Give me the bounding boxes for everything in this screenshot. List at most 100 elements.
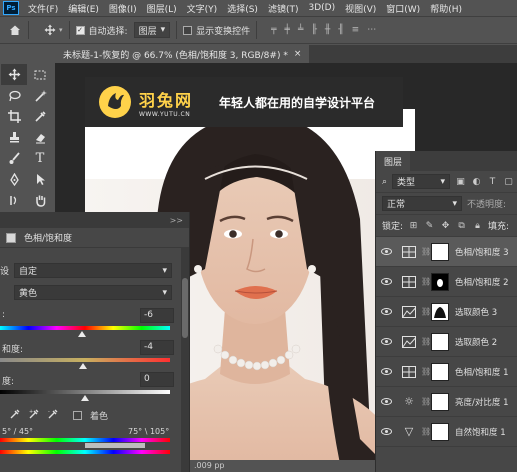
saturation-input[interactable]: -4 <box>140 340 174 355</box>
adjustment-filter-icon[interactable]: ◐ <box>471 176 482 187</box>
lock-all-icon[interactable]: 🔒︎ <box>472 220 483 231</box>
lock-position-icon[interactable]: ✥ <box>440 220 451 231</box>
layer-mask-thumbnail[interactable] <box>431 302 449 321</box>
saturation-slider-thumb[interactable] <box>79 363 88 369</box>
visibility-eye-icon[interactable] <box>376 338 396 345</box>
tab-layers[interactable]: 图层 <box>376 151 411 171</box>
collapse-panel-icon[interactable]: >> <box>170 216 183 225</box>
chevron-down-icon[interactable]: ▾ <box>59 26 63 34</box>
hand-tool-icon[interactable] <box>27 190 53 211</box>
menu-3d[interactable]: 3D(D) <box>303 3 340 13</box>
crop-tool-icon[interactable] <box>1 106 27 127</box>
align-top-icon[interactable]: ╤ <box>271 25 276 35</box>
menu-layer[interactable]: 图层(L) <box>142 2 182 15</box>
shape-tool-icon[interactable] <box>1 190 27 211</box>
lightness-slider-thumb[interactable] <box>81 395 89 401</box>
layer-mask-thumbnail[interactable] <box>431 422 449 441</box>
align-right-icon[interactable]: ╢ <box>338 25 343 35</box>
layer-mask-thumbnail[interactable] <box>431 242 449 261</box>
pixel-filter-icon[interactable]: ▣ <box>455 176 466 187</box>
layer-row[interactable]: ▽ ⛓︎ 自然饱和度 1 <box>376 417 517 447</box>
brush-tool-icon[interactable] <box>1 148 27 169</box>
home-icon[interactable] <box>8 23 22 37</box>
layer-mask-thumbnail[interactable] <box>431 362 449 381</box>
menu-help[interactable]: 帮助(H) <box>425 2 467 15</box>
visibility-eye-icon[interactable] <box>376 248 396 255</box>
menu-type[interactable]: 文字(Y) <box>182 2 223 15</box>
lightness-input[interactable]: 0 <box>140 372 174 387</box>
properties-scrollbar[interactable] <box>181 248 189 472</box>
layer-mask-thumbnail[interactable] <box>431 392 449 411</box>
distribute-icon[interactable]: ≡ <box>352 25 360 35</box>
menu-view[interactable]: 视图(V) <box>340 2 381 15</box>
lock-paint-icon[interactable]: ✎ <box>424 220 435 231</box>
align-bottom-icon[interactable]: ╧ <box>298 25 303 35</box>
menu-window[interactable]: 窗口(W) <box>381 2 425 15</box>
hue-input[interactable]: -6 <box>140 308 174 323</box>
link-icon[interactable]: ⛓︎ <box>421 277 431 286</box>
menu-select[interactable]: 选择(S) <box>222 2 263 15</box>
colorize-checkbox[interactable] <box>73 410 82 420</box>
saturation-slider-track[interactable] <box>0 358 170 362</box>
range-selector[interactable] <box>85 443 145 448</box>
blend-mode-dropdown[interactable]: 正常 ▾ <box>382 196 462 211</box>
stamp-tool-icon[interactable] <box>1 127 27 148</box>
pen-tool-icon[interactable] <box>1 169 27 190</box>
hue-slider-thumb[interactable] <box>77 331 86 337</box>
layer-mask-thumbnail[interactable] <box>431 272 449 291</box>
filter-kind-dropdown[interactable]: 类型 ▾ <box>392 174 451 189</box>
layer-row[interactable]: ⛓︎ 色相/饱和度 2 <box>376 267 517 297</box>
visibility-eye-icon[interactable] <box>376 428 396 435</box>
eyedropper-add-icon[interactable]: + <box>29 408 40 422</box>
auto-select-target-dropdown[interactable]: 图层 ▾ <box>133 22 171 38</box>
eyedropper-subtract-icon[interactable]: - <box>48 408 59 422</box>
lightness-slider-track[interactable] <box>0 390 170 394</box>
properties-scrollbar-thumb[interactable] <box>182 278 188 338</box>
visibility-eye-icon[interactable] <box>376 398 396 405</box>
menu-file[interactable]: 文件(F) <box>23 2 63 15</box>
lasso-tool-icon[interactable] <box>1 85 27 106</box>
move-tool-icon[interactable] <box>1 64 27 85</box>
type-filter-icon[interactable]: T <box>487 176 498 187</box>
visibility-eye-icon[interactable] <box>376 308 396 315</box>
align-vcenter-icon[interactable]: ╪ <box>285 25 290 35</box>
distribute-more-icon[interactable]: ⋯ <box>367 25 376 35</box>
layer-row[interactable]: ⛓︎ 选取颜色 3 <box>376 297 517 327</box>
preset-dropdown[interactable]: 自定 ▾ <box>14 263 172 278</box>
link-icon[interactable]: ⛓︎ <box>421 247 431 256</box>
close-tab-icon[interactable]: × <box>294 49 302 59</box>
lock-transparent-icon[interactable]: ⊞ <box>408 220 419 231</box>
magic-wand-tool-icon[interactable] <box>27 85 53 106</box>
layer-row[interactable]: ⛓︎ 色相/饱和度 1 <box>376 357 517 387</box>
link-icon[interactable]: ⛓︎ <box>421 397 431 406</box>
eraser-tool-icon[interactable] <box>27 127 53 148</box>
document-tab[interactable]: 未标题-1-恢复的 @ 66.7% (色相/饱和度 3, RGB/8#) * × <box>55 45 310 63</box>
layer-row[interactable]: ☼ ⛓︎ 亮度/对比度 1 <box>376 387 517 417</box>
align-hcenter-icon[interactable]: ╫ <box>325 25 330 35</box>
show-transform-checkbox[interactable] <box>183 25 193 35</box>
eyedropper-icon[interactable] <box>10 408 21 422</box>
eyedropper-tool-icon[interactable] <box>27 106 53 127</box>
visibility-eye-icon[interactable] <box>376 278 396 285</box>
menu-image[interactable]: 图像(I) <box>104 2 142 15</box>
layer-row[interactable]: ⛓︎ 色相/饱和度 3 <box>376 237 517 267</box>
link-icon[interactable]: ⛓︎ <box>421 337 431 346</box>
channel-dropdown[interactable]: 黄色 ▾ <box>14 285 172 300</box>
link-icon[interactable]: ⛓︎ <box>421 367 431 376</box>
menu-filter[interactable]: 滤镜(T) <box>263 2 304 15</box>
path-select-tool-icon[interactable] <box>27 169 53 190</box>
auto-select-checkbox[interactable]: ✓ <box>75 25 85 35</box>
layer-row[interactable]: ⛓︎ 选取颜色 2 <box>376 327 517 357</box>
link-icon[interactable]: ⛓︎ <box>421 307 431 316</box>
shape-filter-icon[interactable]: ▢ <box>503 176 514 187</box>
hue-slider-track[interactable] <box>0 326 170 330</box>
link-icon[interactable]: ⛓︎ <box>421 427 431 436</box>
menu-edit[interactable]: 编辑(E) <box>63 2 104 15</box>
move-tool-icon[interactable] <box>43 23 57 37</box>
text-tool-icon[interactable]: T <box>27 148 53 169</box>
marquee-tool-icon[interactable] <box>27 64 53 85</box>
lock-artboard-icon[interactable]: ⧉ <box>456 220 467 231</box>
align-left-icon[interactable]: ╟ <box>311 25 316 35</box>
visibility-eye-icon[interactable] <box>376 368 396 375</box>
layer-mask-thumbnail[interactable] <box>431 332 449 351</box>
